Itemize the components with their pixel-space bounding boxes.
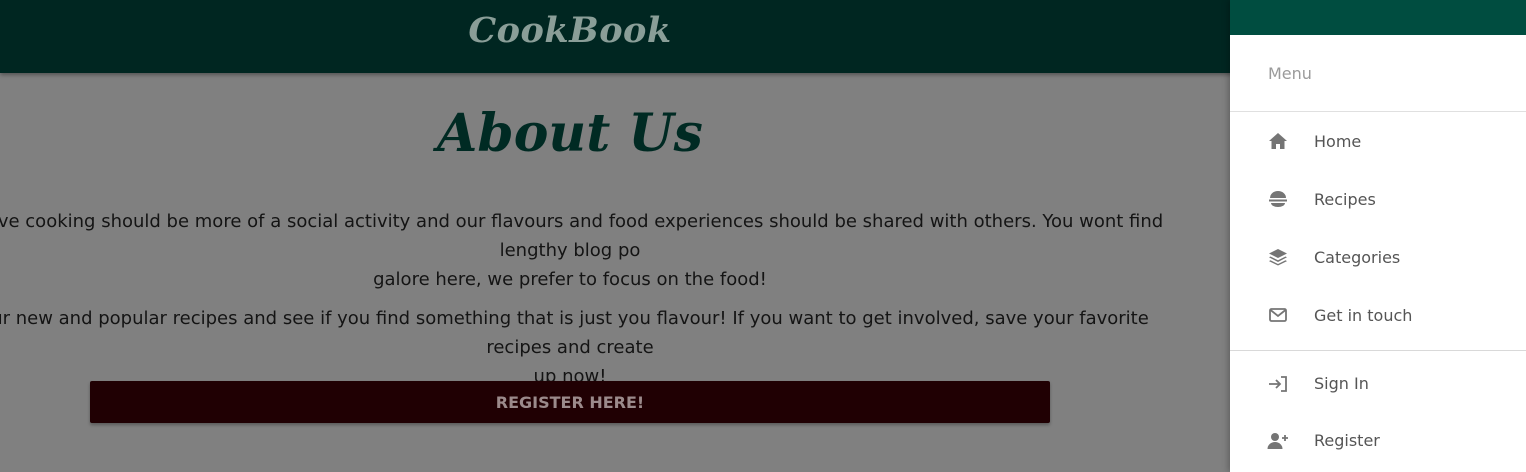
drawer-header bbox=[1230, 0, 1526, 35]
menu-divider bbox=[1230, 350, 1526, 351]
sidebar-item-register[interactable]: Register bbox=[1230, 412, 1526, 469]
about-paragraph-1: lieve cooking should be more of a social… bbox=[0, 207, 1170, 294]
sidebar-item-get-in-touch[interactable]: Get in touch bbox=[1230, 286, 1526, 344]
sidebar-item-categories[interactable]: Categories bbox=[1230, 228, 1526, 286]
page-title: About Us bbox=[437, 103, 703, 164]
sidebar-item-home[interactable]: Home bbox=[1230, 112, 1526, 170]
layers-icon bbox=[1266, 245, 1290, 269]
about-paragraph-1-line-2: galore here, we prefer to focus on the f… bbox=[373, 269, 767, 290]
sidebar-item-label: Register bbox=[1314, 431, 1380, 450]
about-paragraph-1-line-1: lieve cooking should be more of a social… bbox=[0, 211, 1164, 261]
about-section: About Us lieve cooking should be more of… bbox=[0, 73, 1230, 472]
food-bowl-icon bbox=[1266, 187, 1290, 211]
sign-in-icon bbox=[1266, 372, 1290, 396]
about-paragraph-2: ur new and popular recipes and see if yo… bbox=[0, 304, 1170, 391]
register-here-button[interactable]: REGISTER HERE! bbox=[90, 381, 1050, 423]
side-nav-drawer: Menu Home Recipes Categories Get in touc… bbox=[1230, 0, 1526, 472]
home-icon bbox=[1266, 129, 1290, 153]
user-plus-icon bbox=[1266, 429, 1290, 453]
drawer-menu: Home Recipes Categories Get in touch bbox=[1230, 112, 1526, 344]
drawer-account-menu: Sign In Register bbox=[1230, 355, 1526, 469]
brand-logo[interactable]: CookBook bbox=[0, 10, 1140, 51]
sidebar-item-label: Home bbox=[1314, 131, 1362, 151]
envelope-icon bbox=[1266, 303, 1290, 327]
sidebar-item-label: Sign In bbox=[1314, 374, 1369, 393]
sidebar-item-label: Get in touch bbox=[1314, 305, 1413, 325]
sidebar-item-sign-in[interactable]: Sign In bbox=[1230, 355, 1526, 412]
sidebar-item-recipes[interactable]: Recipes bbox=[1230, 170, 1526, 228]
about-paragraph-2-line-1: ur new and popular recipes and see if yo… bbox=[0, 308, 1149, 358]
sidebar-item-label: Categories bbox=[1314, 247, 1401, 267]
sidebar-item-label: Recipes bbox=[1314, 189, 1376, 209]
drawer-subheader: Menu bbox=[1230, 35, 1526, 112]
